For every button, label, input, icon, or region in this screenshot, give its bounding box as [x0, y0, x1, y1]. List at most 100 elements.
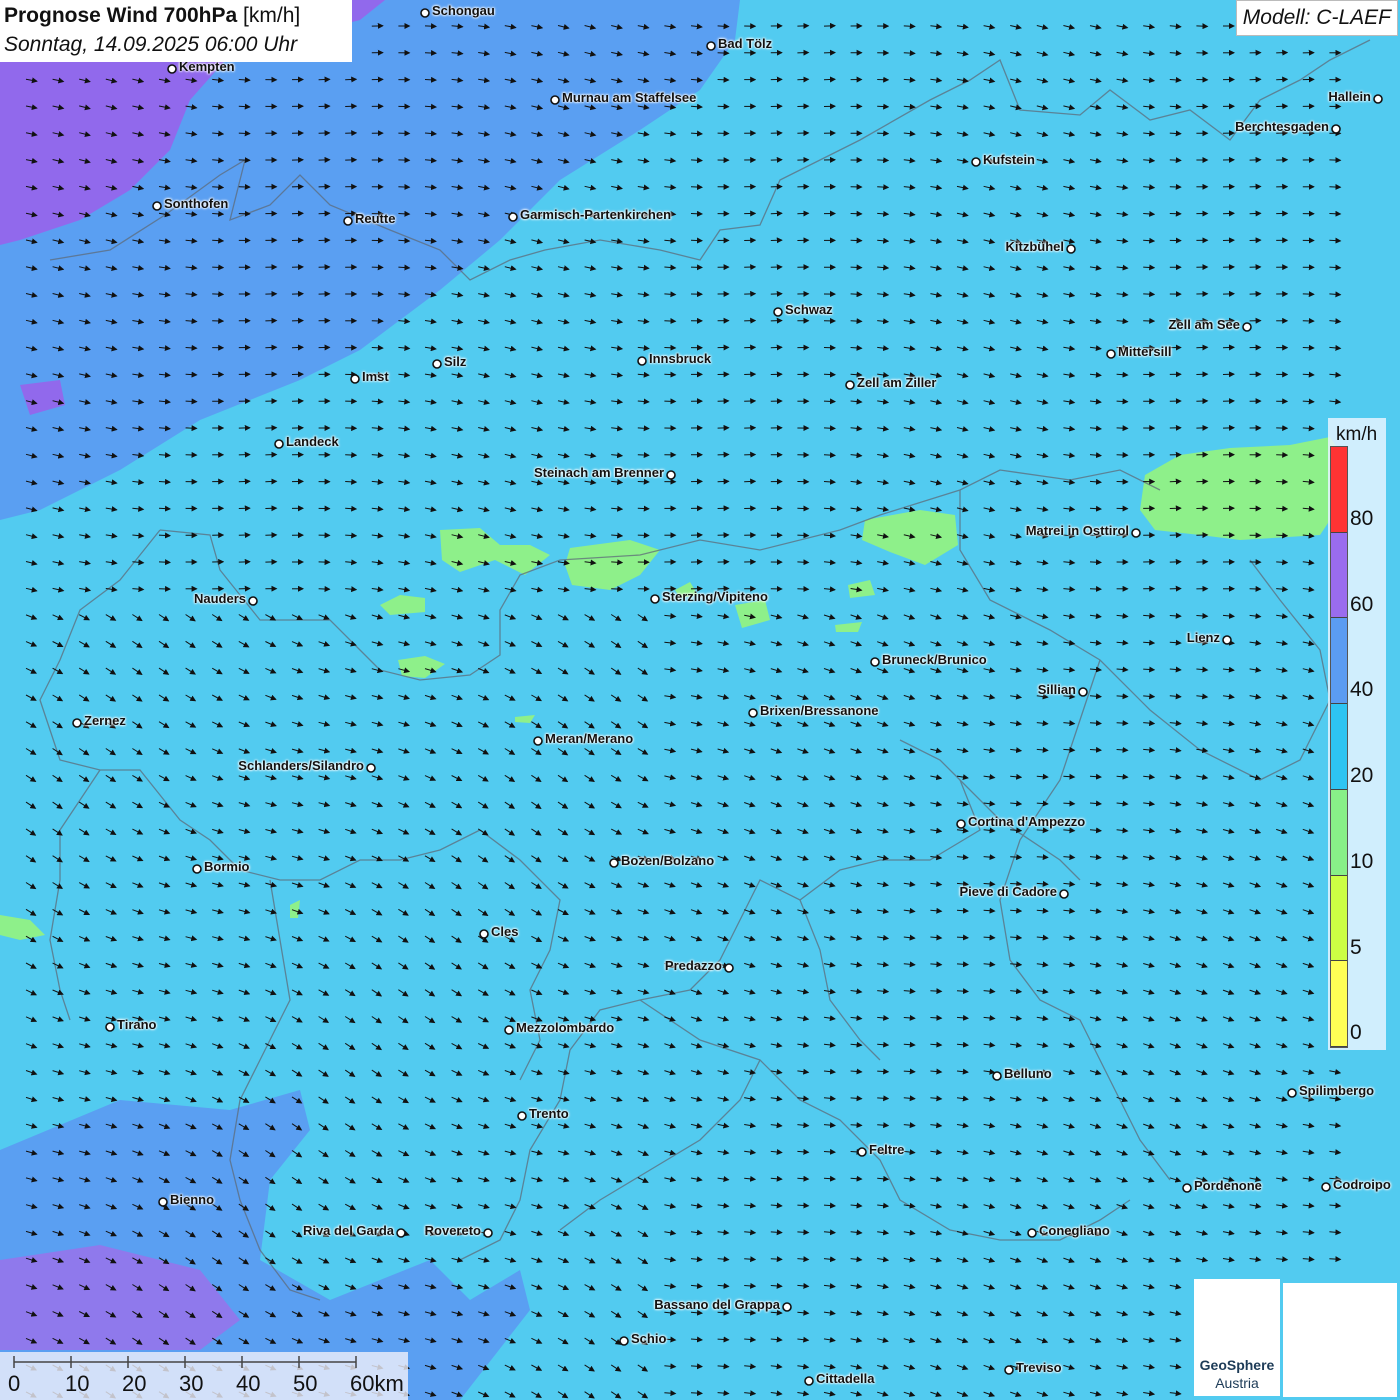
city-label: Codroipo	[1333, 1177, 1391, 1192]
wind-arrow	[903, 1068, 916, 1075]
wind-arrow	[212, 210, 225, 217]
wind-arrow	[744, 1309, 757, 1316]
city-marker	[1182, 1183, 1192, 1193]
city-marker	[956, 819, 966, 829]
city-label: Reutte	[355, 211, 396, 226]
city-label: Lienz	[1186, 630, 1220, 645]
city-marker	[158, 1197, 168, 1207]
city-label: Spilimbergo	[1299, 1083, 1375, 1098]
wind-arrow	[1036, 854, 1049, 861]
wind-arrow	[983, 934, 996, 941]
city-marker	[773, 307, 783, 317]
city-marker	[1059, 889, 1069, 899]
wind-arrow	[637, 505, 650, 512]
scale-tick-label: 20	[122, 1371, 147, 1396]
wind-arrow	[1196, 23, 1209, 30]
city-marker	[1222, 635, 1232, 645]
wind-arrow	[797, 559, 810, 566]
legend-band	[1331, 789, 1347, 876]
city-label: Matrei in Osttirol	[1025, 523, 1129, 538]
city-marker	[1027, 1228, 1037, 1238]
wind-arrow	[664, 344, 677, 351]
scale-bar: 0 10 20 30 40 50 60km	[0, 1352, 408, 1400]
scale-tick-label: 0	[8, 1371, 21, 1396]
wind-arrow	[717, 23, 730, 30]
wind-arrow	[823, 398, 836, 405]
city-label: Bienno	[170, 1192, 215, 1207]
wind-arrow	[1169, 639, 1182, 646]
wind-arrow	[664, 371, 677, 378]
city-marker	[1106, 349, 1116, 359]
city-label: Murnau am Staffelsee	[562, 90, 697, 105]
city-marker	[1078, 687, 1088, 697]
wind-arrow	[903, 1041, 916, 1048]
legend-tick-label: 60	[1350, 592, 1374, 616]
wind-arrow	[238, 103, 251, 110]
wind-arrow	[717, 1309, 730, 1316]
city-label: Pieve di Cadore	[959, 884, 1057, 899]
city-marker	[1331, 124, 1341, 134]
wind-arrow	[744, 1282, 757, 1289]
wind-arrow	[797, 586, 810, 593]
scale-tick-label: 60km	[350, 1371, 404, 1396]
city-label: Trento	[529, 1106, 569, 1121]
city-marker	[857, 1147, 867, 1157]
wind-arrow	[1329, 264, 1342, 271]
wind-arrow	[1276, 478, 1289, 485]
wind-arrow	[1063, 800, 1076, 807]
wind-arrow	[823, 478, 836, 485]
legend-band	[1331, 447, 1347, 533]
legend-tick-label: 40	[1350, 678, 1374, 702]
wind-arrow	[1302, 398, 1315, 405]
wind-arrow	[770, 1229, 783, 1236]
city-label: Belluno	[1004, 1066, 1052, 1081]
wind-arrow	[1169, 157, 1182, 164]
city-label: Kempten	[179, 59, 235, 74]
wind-arrow	[1116, 451, 1129, 458]
logo-name-line1: GeoSphere	[1199, 1357, 1275, 1373]
city-label: Mezzolombardo	[516, 1020, 615, 1035]
wind-arrow	[797, 1202, 810, 1209]
wind-arrow	[424, 23, 437, 30]
city-label: Cortina d'Ampezzo	[968, 814, 1086, 829]
legend-band	[1331, 875, 1347, 962]
scale-tick-label: 30	[179, 1371, 204, 1396]
wind-arrow	[1036, 827, 1049, 834]
city-label: Sonthofen	[164, 196, 229, 211]
wind-arrow	[690, 184, 703, 191]
wind-arrow	[345, 478, 358, 485]
city-marker	[533, 736, 543, 746]
wind-arrow	[877, 184, 890, 191]
wind-arrow	[1116, 693, 1129, 700]
city-label: Feltre	[869, 1142, 905, 1157]
city-marker	[192, 864, 202, 874]
city-marker	[152, 201, 162, 211]
city-marker	[420, 8, 430, 18]
wind-arrow	[1116, 371, 1129, 378]
city-marker	[366, 763, 376, 773]
weather-app-logo	[1283, 1283, 1397, 1397]
city-marker	[637, 356, 647, 366]
wind-arrow	[611, 559, 624, 566]
wind-arrow	[823, 425, 836, 432]
model-label: Modell: C-LAEF	[1235, 0, 1398, 36]
wind-arrow	[1302, 371, 1315, 378]
city-marker	[971, 157, 981, 167]
wind-arrow	[930, 988, 943, 995]
city-marker	[609, 858, 619, 868]
wind-arrow	[1276, 532, 1289, 539]
legend-tick-label: 80	[1350, 507, 1374, 530]
city-marker	[479, 929, 489, 939]
wind-arrow	[690, 1390, 703, 1397]
city-label: Landeck	[286, 434, 339, 449]
city-label: Tirano	[117, 1017, 157, 1032]
city-marker	[1004, 1365, 1014, 1375]
city-label: Bormio	[204, 859, 250, 874]
city-marker	[396, 1228, 406, 1238]
city-marker	[72, 718, 82, 728]
title-main: Prognose Wind 700hPa	[4, 4, 238, 27]
city-marker	[350, 374, 360, 384]
legend-band	[1331, 618, 1347, 705]
wind-arrow	[717, 76, 730, 83]
wind-arrow	[1010, 854, 1023, 861]
